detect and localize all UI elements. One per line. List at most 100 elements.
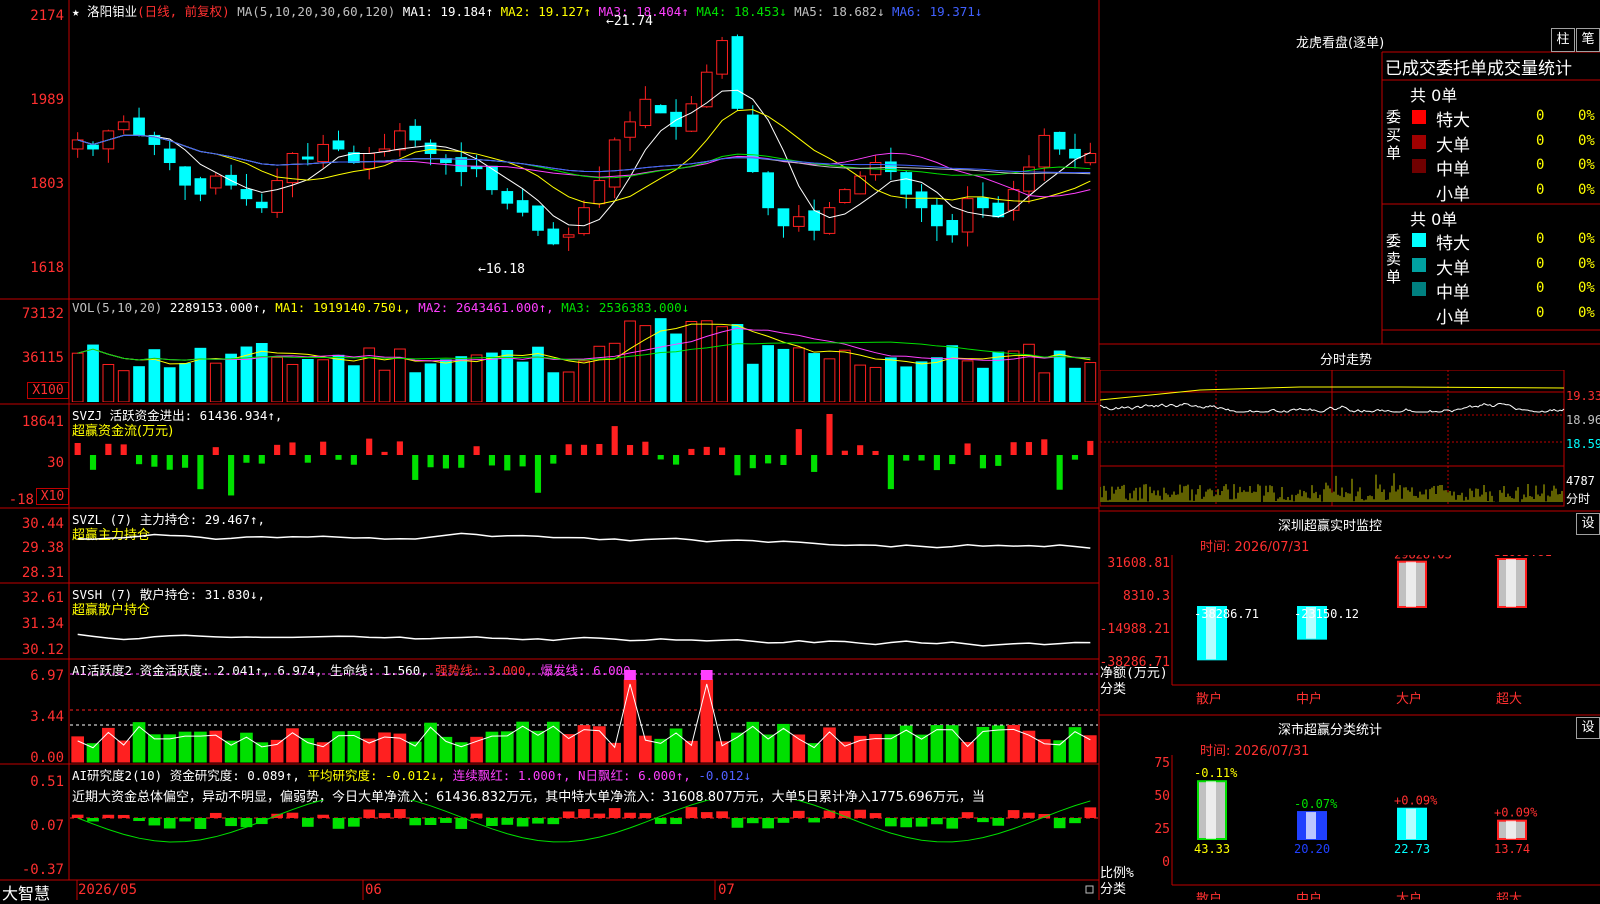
research-bar: [931, 818, 943, 825]
tick-mode-button[interactable]: 笔: [1576, 28, 1600, 52]
fund-flow-bar: [703, 446, 710, 455]
candle-body: [654, 105, 667, 114]
candle-body: [301, 156, 314, 160]
candle-body: [394, 130, 406, 151]
classify-settings-button[interactable]: 设: [1576, 717, 1600, 739]
intraday-chart[interactable]: [1100, 370, 1600, 510]
fund-flow-bar: [1071, 455, 1079, 460]
category-label: 散户: [1196, 891, 1222, 900]
candle-body: [915, 191, 928, 209]
sell-swatch-1: [1412, 257, 1426, 272]
main-position-chart[interactable]: [70, 509, 1098, 582]
research-bar: [363, 809, 376, 818]
fund-flow-bar: [657, 455, 664, 460]
fund-flow-bar: [596, 443, 603, 455]
research-bar: [348, 818, 360, 827]
research-bar: [869, 813, 882, 818]
sell-side-label: 委卖单: [1386, 232, 1402, 286]
volume-bar: [286, 363, 299, 402]
ma-item-4: MA4: 18.453↓: [688, 4, 787, 19]
sell-row-count: 0: [1536, 255, 1545, 272]
bar-highlight: [1506, 559, 1516, 607]
fund-flow-bar: [135, 455, 143, 465]
research-bar: [1007, 810, 1020, 818]
bar-mode-button[interactable]: 柱: [1551, 28, 1575, 52]
bar-delta: +0.09%: [1394, 794, 1438, 808]
monitor-chart[interactable]: 31608.81 8310.3 -14988.21 -38286.71 净额(万元)分类…: [1100, 555, 1600, 715]
candle-body: [516, 200, 529, 213]
activity-bar: [424, 722, 437, 763]
sell-total: 共 0单: [1410, 210, 1458, 229]
fund-flow-bar: [1056, 455, 1063, 490]
volume-bar: [516, 361, 529, 402]
fund-flow-bar: [903, 455, 910, 461]
candlestick-chart[interactable]: [70, 18, 1098, 298]
volume-bar: [608, 342, 621, 402]
vol-ma1: MA1: 1919140.750↓,: [275, 300, 411, 315]
tab-filled-stats[interactable]: 已成交委托单成交量统计: [1385, 54, 1600, 79]
candle-body: [838, 189, 851, 204]
monitor-settings-button[interactable]: 设: [1576, 513, 1600, 535]
price-axis-4: 1618: [30, 260, 64, 276]
research-bar: [501, 818, 514, 825]
fund-flow-bar: [212, 447, 219, 455]
fund-flow-bar: [228, 455, 235, 496]
ai-research-avg: 平均研究度: -0.012↓,: [307, 768, 446, 783]
volume-bar: [777, 348, 790, 402]
volume-bar: [409, 372, 422, 402]
lock-icon: [1085, 885, 1094, 894]
volume-bar: [884, 357, 897, 402]
y-axis-label: 净额(万元): [1100, 666, 1168, 681]
sell-row-name: 小单: [1436, 307, 1470, 328]
star-icon[interactable]: ★: [72, 4, 80, 19]
axis-tick: 25: [1154, 822, 1170, 837]
volume-bar: [117, 370, 130, 402]
svsh-axis-2: 31.34: [21, 616, 64, 632]
research-bar: [992, 818, 1005, 826]
volume-bar: [148, 349, 161, 402]
activity-bar: [86, 743, 100, 763]
fund-flow-bar: [719, 447, 726, 455]
classify-chart[interactable]: 75 50 25 0 比例%分类 43.33 散户 -0.11% 20.20 中户 -0.07% 22…: [1100, 755, 1600, 900]
fund-flow-bar: [243, 455, 250, 463]
activity-peak-marker: [700, 670, 713, 680]
category-label: 超大: [1496, 892, 1522, 900]
candle-body: [946, 220, 959, 236]
candle-body: [624, 121, 636, 138]
activity-bar: [623, 679, 637, 763]
ma-values: MA1: 19.184↑ MA2: 19.127↑ MA3: 18.404↑ M…: [403, 4, 983, 19]
activity-chart[interactable]: [70, 660, 1098, 763]
research-chart[interactable]: [70, 800, 1098, 879]
research-bar: [961, 812, 974, 818]
candle-body: [209, 175, 222, 189]
buy-row-pct: 0%: [1578, 108, 1595, 124]
volume-chart[interactable]: [70, 316, 1098, 402]
activity-bar: [71, 736, 85, 763]
sell-row-count: 0: [1536, 231, 1545, 247]
buy-swatch-1: [1412, 134, 1426, 149]
candle-body: [961, 198, 974, 233]
svsh-axis-3: 30.12: [21, 642, 64, 658]
vol-value: 2289153.000↑,: [169, 300, 268, 315]
ai-active-axis-2: 3.44: [30, 709, 64, 725]
svzl-axis-1: 30.44: [21, 516, 64, 532]
research-bar: [624, 812, 636, 818]
sell-row-name: 特大: [1436, 234, 1470, 254]
fund-flow-bar: [89, 455, 97, 470]
candle-body: [639, 98, 652, 127]
research-bar: [409, 818, 422, 826]
fund-flow-bar: [642, 441, 649, 455]
volume-bar: [440, 359, 452, 402]
sell-row-pct: 0%: [1578, 231, 1595, 247]
sell-row-pct: 0%: [1578, 304, 1595, 321]
fund-flow-chart[interactable]: [70, 405, 1098, 507]
fund-flow-bar: [304, 455, 311, 463]
retail-position-chart[interactable]: [70, 584, 1098, 658]
sell-row-name: 中单: [1436, 283, 1470, 303]
fund-flow-bar: [488, 455, 496, 466]
fund-flow-bar: [1010, 442, 1017, 455]
volume-bar: [317, 359, 330, 402]
volume-bar: [179, 363, 191, 402]
classify-title: 深市超赢分类统计: [1278, 723, 1383, 738]
research-bar: [716, 811, 728, 818]
